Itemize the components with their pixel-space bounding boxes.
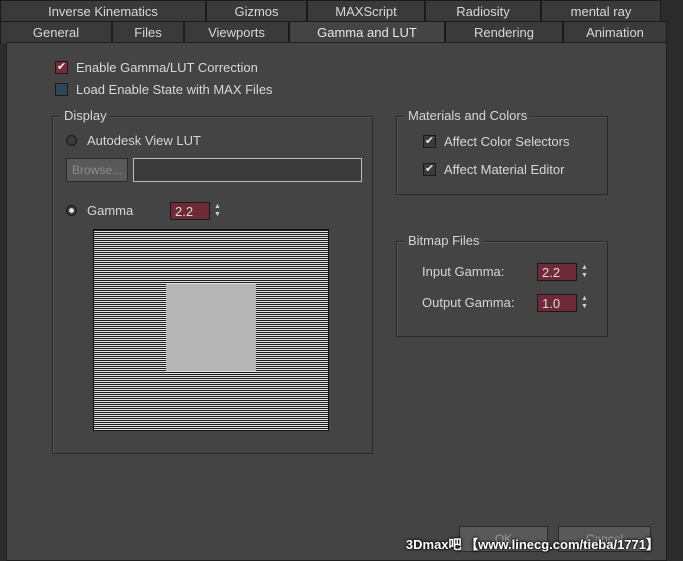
affect-color-selectors-label: Affect Color Selectors [444,134,570,149]
gamma-preview-square [166,284,256,371]
input-gamma-value[interactable]: 2.2 [537,263,577,281]
bitmap-files-group: Bitmap Files Input Gamma: 2.2 ▲ ▼ Output … [396,233,608,337]
tab-maxscript[interactable]: MAXScript [307,0,425,22]
watermark-text: 3Dmax吧 【www.linecg.com/tieba/1771】 [405,537,659,552]
materials-colors-title: Materials and Colors [405,108,531,123]
affect-color-selectors-checkbox[interactable]: ✔ Affect Color Selectors [423,134,569,149]
output-gamma-spinner[interactable]: 1.0 ▲ ▼ [537,294,590,312]
spinner-arrows-icon[interactable]: ▲ ▼ [579,263,590,281]
tab-animation[interactable]: Animation [563,21,667,43]
output-gamma-label: Output Gamma: [422,295,515,310]
input-gamma-label: Input Gamma: [422,264,505,279]
radio-on-icon [66,205,77,216]
tab-gamma-and-lut[interactable]: Gamma and LUT [289,21,445,43]
checkmark-icon: ✔ [55,61,68,74]
tab-gizmos[interactable]: Gizmos [206,0,307,22]
enable-gamma-label: Enable Gamma/LUT Correction [76,60,258,75]
spinner-arrows-icon[interactable]: ▲ ▼ [212,202,223,220]
unchecked-box-icon [55,83,68,96]
checkmark-icon: ✔ [423,135,436,148]
tab-general[interactable]: General [0,21,112,43]
input-gamma-spinner[interactable]: 2.2 ▲ ▼ [537,263,590,281]
gamma-lut-panel: ✔ Enable Gamma/LUT Correction Load Enabl… [6,42,667,561]
materials-colors-group: Materials and Colors ✔ Affect Color Sele… [396,108,608,195]
lut-path-field[interactable] [133,158,362,182]
autodesk-lut-radio[interactable]: Autodesk View LUT [66,133,201,148]
tab-rendering[interactable]: Rendering [445,21,563,43]
tab-viewports[interactable]: Viewports [184,21,289,43]
checkmark-icon: ✔ [423,163,436,176]
tab-mental-ray[interactable]: mental ray [541,0,661,22]
display-gamma-spinner[interactable]: 2.2 ▲ ▼ [170,202,223,220]
tab-inverse-kinematics[interactable]: Inverse Kinematics [0,0,206,22]
display-gamma-value[interactable]: 2.2 [170,202,210,220]
output-gamma-value[interactable]: 1.0 [537,294,577,312]
tab-row-top: Inverse Kinematics Gizmos MAXScript Radi… [0,0,661,22]
autodesk-lut-label: Autodesk View LUT [87,133,201,148]
load-state-label: Load Enable State with MAX Files [76,82,273,97]
gamma-preview-pattern [93,229,329,431]
affect-material-editor-checkbox[interactable]: ✔ Affect Material Editor [423,162,564,177]
gamma-label: Gamma [87,203,134,218]
enable-gamma-checkbox[interactable]: ✔ Enable Gamma/LUT Correction [55,60,258,75]
affect-material-editor-label: Affect Material Editor [444,162,565,177]
tab-row-bottom: General Files Viewports Gamma and LUT Re… [0,21,667,43]
spinner-arrows-icon[interactable]: ▲ ▼ [579,294,590,312]
tab-files[interactable]: Files [112,21,184,43]
radio-off-icon [66,135,77,146]
gamma-radio[interactable]: Gamma [66,203,133,218]
bitmap-files-title: Bitmap Files [405,233,483,248]
browse-button[interactable]: Browse... [66,158,128,182]
load-state-checkbox[interactable]: Load Enable State with MAX Files [55,82,273,97]
display-group-title: Display [61,108,110,123]
tab-radiosity[interactable]: Radiosity [425,0,541,22]
